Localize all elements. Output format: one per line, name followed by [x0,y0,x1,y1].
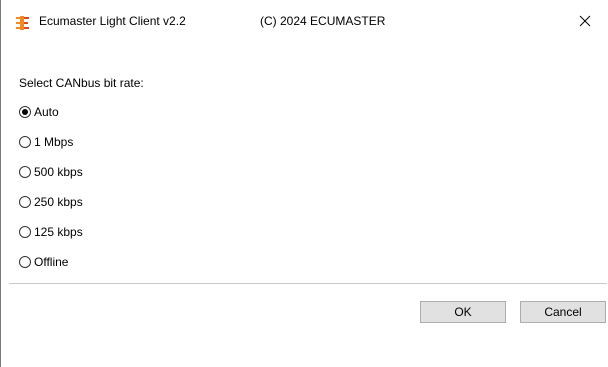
radio-button-circle[interactable] [19,196,31,208]
window-title: Ecumaster Light Client v2.2 [39,14,186,28]
close-button[interactable] [562,6,608,36]
title-bar[interactable]: Ecumaster Light Client v2.2 (C) 2024 ECU… [1,0,608,40]
radio-label[interactable]: Auto [34,105,59,119]
radio-label[interactable]: 1 Mbps [34,135,73,149]
radio-1mbps[interactable]: 1 Mbps [19,134,73,150]
bitrate-prompt: Select CANbus bit rate: [19,76,144,90]
ecumaster-logo-icon [16,16,29,30]
ok-button[interactable]: OK [420,301,506,323]
radio-offline[interactable]: Offline [19,254,68,270]
radio-125kbps[interactable]: 125 kbps [19,224,83,240]
radio-auto[interactable]: Auto [19,104,59,120]
copyright-text: (C) 2024 ECUMASTER [260,14,386,28]
radio-500kbps[interactable]: 500 kbps [19,164,83,180]
radio-button-circle[interactable] [19,256,31,268]
radio-label[interactable]: 125 kbps [34,225,83,239]
button-divider [9,283,607,284]
radio-button-circle[interactable] [19,226,31,238]
radio-button-circle[interactable] [19,166,31,178]
dialog-window: Ecumaster Light Client v2.2 (C) 2024 ECU… [0,0,608,367]
radio-250kbps[interactable]: 250 kbps [19,194,83,210]
radio-selected-dot [22,109,28,115]
close-icon [579,15,591,27]
radio-button-circle[interactable] [19,136,31,148]
radio-label[interactable]: 250 kbps [34,195,83,209]
radio-label[interactable]: Offline [34,255,68,269]
radio-label[interactable]: 500 kbps [34,165,83,179]
cancel-button[interactable]: Cancel [520,301,606,323]
radio-button-circle[interactable] [19,106,31,118]
